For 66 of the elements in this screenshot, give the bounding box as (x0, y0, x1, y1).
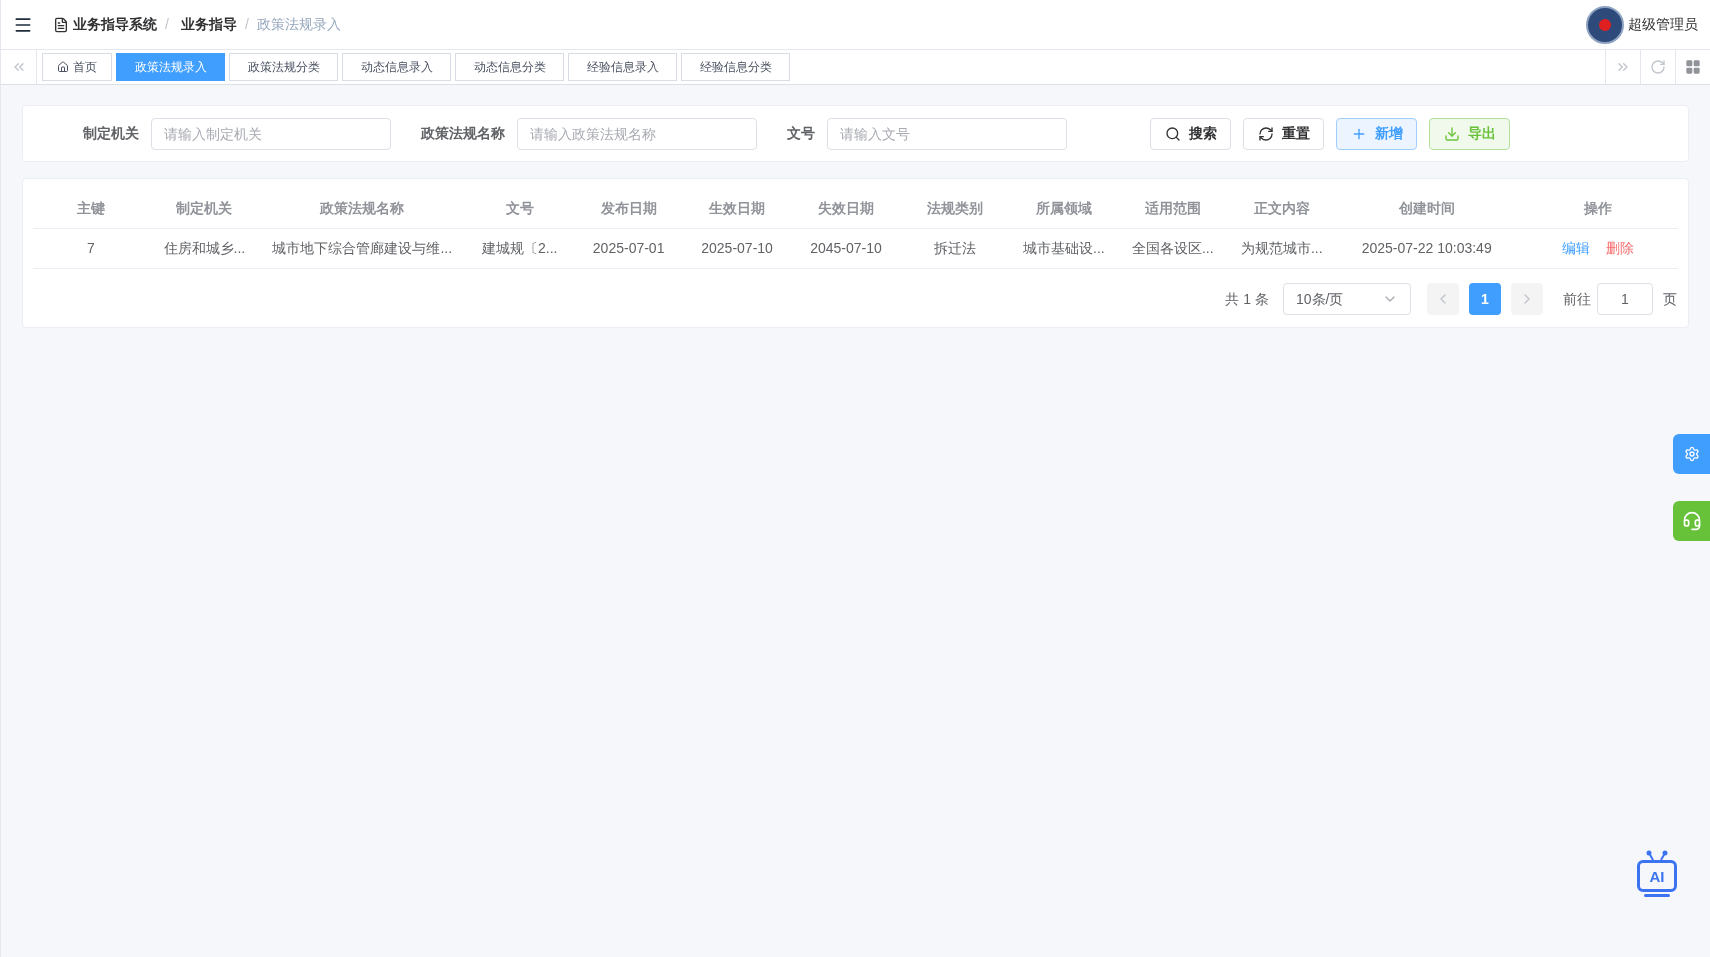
filter-input[interactable]: 请输入政策法规名称 (517, 117, 757, 150)
table-cell-text: 2025-07-22 10:03:49 (1360, 239, 1493, 258)
column-header: 法规类别 (925, 199, 984, 218)
column-header: 发布日期 (599, 199, 658, 218)
username[interactable]: 超级管理员 (1628, 14, 1698, 35)
stand-icon (1644, 894, 1670, 897)
breadcrumb-separator: / (165, 15, 169, 34)
column-header: 政策法规名称 (319, 199, 406, 218)
goto-label: 前往 (1563, 289, 1591, 309)
document-icon (53, 16, 69, 33)
filter-label: 制定机关 (83, 124, 139, 143)
page-size-select[interactable]: 10条/页 (1283, 283, 1411, 315)
page-tab[interactable]: 经验信息录入 (568, 53, 677, 81)
breadcrumb-item[interactable]: 业务指导系统 (73, 14, 157, 35)
antenna-icon (1644, 850, 1670, 860)
home-icon (57, 61, 69, 73)
table-cell-text: 2025-07-10 (700, 239, 774, 258)
reset-button[interactable]: 重置 (1243, 117, 1324, 150)
breadcrumb-item: 政策法规录入 (256, 15, 341, 34)
reset-icon (1257, 125, 1274, 142)
page-tab[interactable]: 动态信息录入 (342, 53, 451, 81)
filter-input[interactable]: 请输入文号 (827, 117, 1067, 150)
page-tab[interactable]: 经验信息分类 (681, 53, 790, 81)
column-header: 主键 (75, 199, 106, 218)
table-cell-text: 城市地下综合管廊建设与维... (271, 239, 454, 258)
filter-input[interactable]: 请输入制定机关 (151, 117, 391, 150)
filter-label: 政策法规名称 (421, 124, 505, 143)
settings-button[interactable] (1673, 434, 1710, 474)
grid-icon (1685, 59, 1701, 75)
page-tab[interactable]: 政策法规分类 (229, 53, 338, 81)
settings-icon (1683, 446, 1700, 462)
column-header: 创建时间 (1397, 199, 1456, 218)
column-header: 正文内容 (1252, 199, 1311, 218)
export-icon (1443, 125, 1460, 142)
table-cell-text: 建城规〔2... (480, 239, 559, 258)
next-page-button[interactable] (1511, 283, 1543, 315)
column-header: 适用范围 (1143, 199, 1202, 218)
breadcrumb-item[interactable]: 业务指导 (180, 14, 237, 35)
table-cell-text: 2045-07-10 (809, 239, 883, 258)
previous-page-button[interactable] (1427, 283, 1459, 315)
goto-page-input[interactable]: 1 (1597, 283, 1653, 315)
column-header: 生效日期 (708, 199, 767, 218)
total-count: 共 1 条 (1225, 289, 1269, 309)
column-header: 所属领域 (1034, 199, 1093, 218)
table-cell-text: 7 (86, 239, 96, 258)
table-cell-text: 为规范城市... (1239, 239, 1324, 258)
filter-label: 文号 (787, 124, 815, 143)
refresh-icon (1650, 59, 1666, 75)
search-button[interactable]: 搜索 (1150, 117, 1231, 150)
table-cell-text: 拆迁法 (932, 239, 977, 258)
table-cell-text: 住房和城乡... (162, 239, 247, 258)
avatar[interactable] (1586, 5, 1624, 44)
page-tab[interactable]: 动态信息分类 (455, 53, 564, 81)
column-header: 失效日期 (817, 199, 875, 218)
page-suffix: 页 (1663, 289, 1677, 309)
table-cell-text: 全国各设区... (1131, 239, 1215, 258)
headset-icon (1681, 511, 1702, 531)
column-header: 文号 (504, 199, 535, 218)
column-header: 操作 (1582, 199, 1613, 218)
search-icon (1164, 125, 1181, 142)
table-cell-text: 2025-07-01 (591, 239, 666, 258)
support-button[interactable] (1673, 501, 1710, 541)
breadcrumb-separator: / (244, 15, 249, 34)
column-header: 制定机关 (175, 199, 234, 218)
table-cell-text: 城市基础设... (1022, 239, 1106, 258)
page-tab[interactable]: 首页 (42, 53, 112, 81)
